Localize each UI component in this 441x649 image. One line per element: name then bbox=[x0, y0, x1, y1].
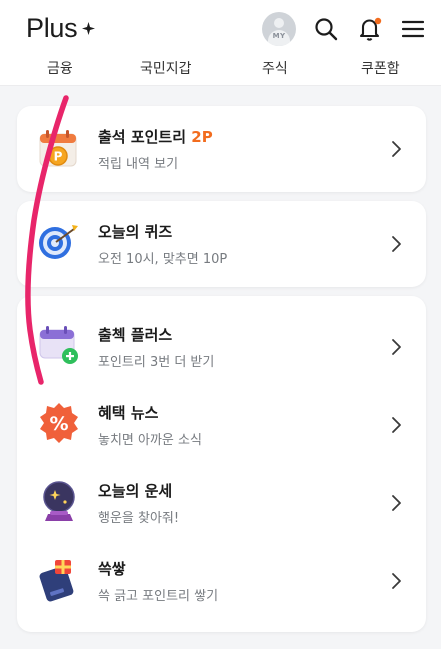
sparkle-icon bbox=[82, 22, 95, 35]
svg-text:%: % bbox=[49, 413, 68, 435]
tab-wallet[interactable]: 국민지갑 bbox=[140, 58, 192, 78]
chevron-right-icon bbox=[392, 573, 401, 589]
avatar-label: MY bbox=[272, 32, 286, 40]
list-item-title: 혜택 뉴스 bbox=[98, 404, 159, 422]
hamburger-menu-icon bbox=[402, 20, 424, 38]
notification-dot bbox=[374, 17, 382, 25]
quiz-title: 오늘의 퀴즈 bbox=[98, 223, 173, 241]
tab-stocks[interactable]: 주식 bbox=[262, 58, 288, 78]
quiz-subtitle: 오전 10시, 맞추면 10P bbox=[98, 252, 228, 267]
list-item[interactable]: 출첵 플러스 포인트리 3번 더 받기 bbox=[17, 308, 426, 386]
list-item-title: 출첵 플러스 bbox=[98, 326, 173, 344]
list-item[interactable]: % 혜택 뉴스 놓치면 아까운 소식 bbox=[17, 386, 426, 464]
list-item-subtitle: 포인트리 3번 더 받기 bbox=[98, 355, 215, 370]
notification-button[interactable] bbox=[356, 0, 384, 58]
chevron-right-icon bbox=[392, 417, 401, 433]
avatar: MY bbox=[262, 12, 296, 46]
benefits-list-card: 출첵 플러스 포인트리 3번 더 받기 % 혜택 뉴스 놓치면 아까운 소식 오… bbox=[17, 296, 426, 632]
attendance-subtitle: 적립 내역 보기 bbox=[98, 157, 179, 172]
quiz-card[interactable]: 오늘의 퀴즈 오전 10시, 맞추면 10P bbox=[17, 201, 426, 287]
search-button[interactable] bbox=[312, 0, 340, 58]
category-tabs: 금융 국민지갑 주식 쿠폰함 bbox=[0, 58, 441, 86]
bell-icon bbox=[359, 17, 382, 41]
tab-finance[interactable]: 금융 bbox=[47, 58, 73, 78]
crystal-ball-icon bbox=[43, 481, 75, 521]
percent-badge-icon: % bbox=[40, 403, 78, 443]
chevron-right-icon bbox=[392, 236, 401, 252]
chevron-right-icon bbox=[392, 495, 401, 511]
search-icon bbox=[315, 18, 338, 41]
attendance-points: 2P bbox=[191, 128, 213, 146]
profile-avatar-button[interactable]: MY bbox=[262, 0, 296, 58]
app-header: Plus MY bbox=[0, 0, 441, 58]
list-item-title: 쓱쌓 bbox=[98, 560, 126, 578]
list-item-subtitle: 행운을 찾아줘! bbox=[98, 511, 180, 526]
calendar-plus-icon bbox=[39, 326, 78, 364]
card-gift-icon bbox=[39, 560, 74, 602]
list-item[interactable]: 오늘의 운세 행운을 찾아줘! bbox=[17, 464, 426, 542]
attendance-title: 출석 포인트리 2P bbox=[98, 128, 213, 146]
chevron-right-icon bbox=[392, 339, 401, 355]
list-item[interactable]: 쓱쌓 쓱 긁고 포인트리 쌓기 bbox=[17, 542, 426, 620]
svg-text:P: P bbox=[54, 150, 63, 164]
tab-coupons[interactable]: 쿠폰함 bbox=[361, 58, 400, 78]
app-logo[interactable]: Plus bbox=[26, 13, 78, 44]
list-item-subtitle: 놓치면 아까운 소식 bbox=[98, 433, 202, 448]
dart-target-icon bbox=[39, 225, 78, 259]
list-item-title: 오늘의 운세 bbox=[98, 482, 173, 500]
menu-button[interactable] bbox=[399, 0, 427, 58]
chevron-right-icon bbox=[392, 141, 401, 157]
attendance-card[interactable]: P 출석 포인트리 2P 적립 내역 보기 bbox=[17, 106, 426, 192]
calendar-coin-icon: P bbox=[39, 130, 77, 167]
list-item-subtitle: 쓱 긁고 포인트리 쌓기 bbox=[98, 589, 219, 604]
